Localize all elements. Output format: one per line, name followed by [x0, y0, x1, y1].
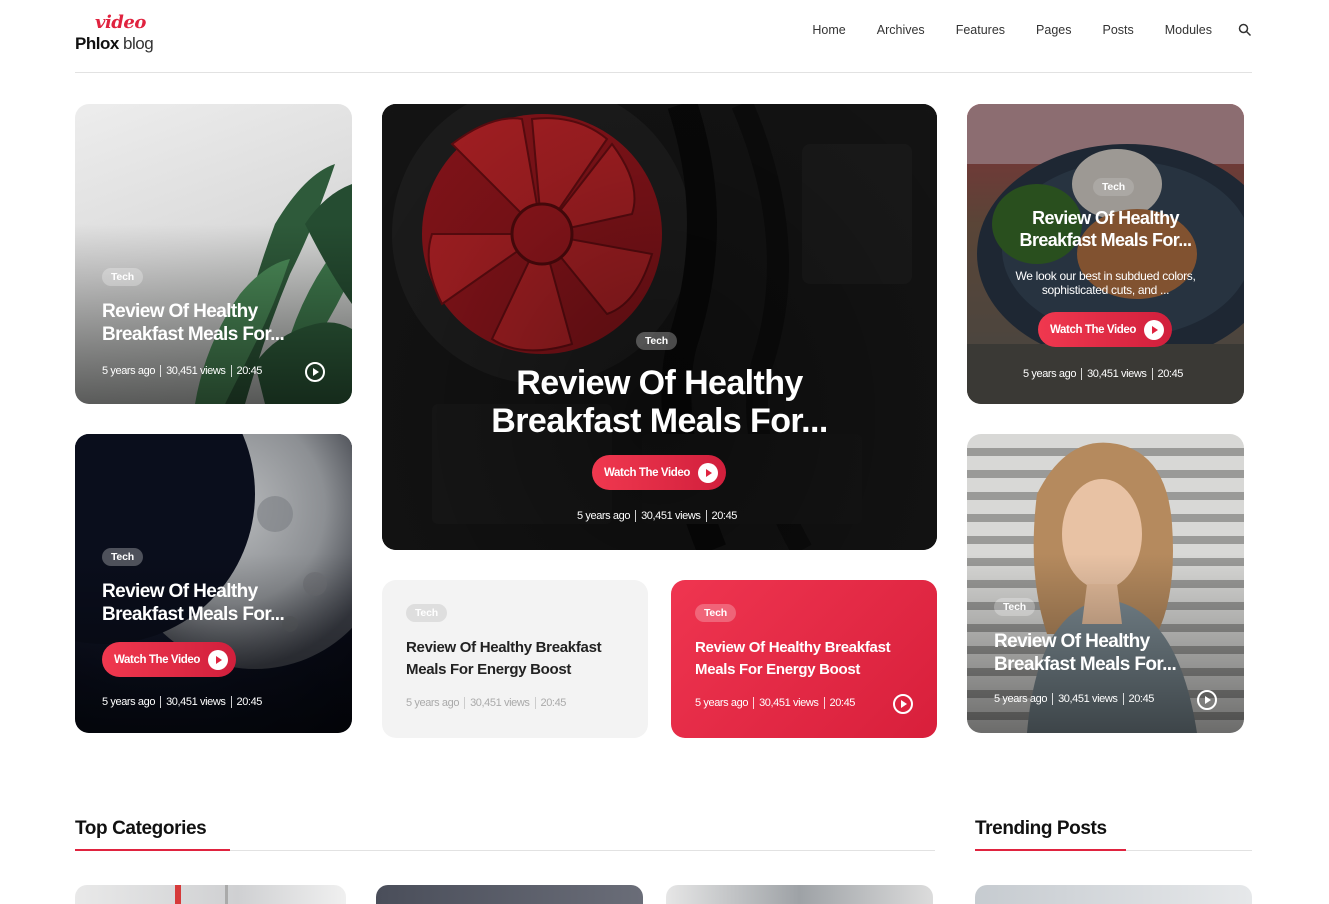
nav-item-pages[interactable]: Pages — [1036, 23, 1071, 37]
post-card-2[interactable]: Tech Review Of Healthy Breakfast Meals F… — [75, 434, 352, 733]
category-tag[interactable]: Tech — [406, 604, 447, 622]
post-meta: 5 years ago 30,451 views 20:45 — [994, 693, 1155, 705]
play-icon — [698, 462, 719, 483]
post-title[interactable]: Review Of Healthy Breakfast Meals For... — [382, 364, 937, 440]
category-tag[interactable]: Tech — [695, 604, 736, 622]
main-nav: Home Archives Features Pages Posts Modul… — [781, 23, 1252, 37]
nav-item-home[interactable]: Home — [812, 23, 845, 37]
nav-item-posts[interactable]: Posts — [1102, 23, 1133, 37]
post-meta: 5 years ago 30,451 views 20:45 — [1023, 368, 1184, 380]
post-meta: 5 years ago 30,451 views 20:45 — [102, 365, 263, 377]
trending-thumbnail[interactable] — [975, 885, 1252, 904]
post-meta: 5 years ago 30,451 views 20:45 — [406, 697, 567, 709]
section-title-trending-posts: Trending Posts — [975, 818, 1107, 839]
category-tag[interactable]: Tech — [102, 548, 143, 566]
post-title[interactable]: Review Of Healthy Breakfast Meals For... — [994, 631, 1177, 677]
post-title[interactable]: Review Of Healthy Breakfast Meals For En… — [695, 637, 891, 681]
category-tag[interactable]: Tech — [102, 268, 143, 286]
post-title[interactable]: Review Of Healthy Breakfast Meals For... — [102, 581, 285, 627]
post-card-6[interactable]: Tech Review Of Healthy Breakfast Meals F… — [967, 104, 1244, 404]
search-icon[interactable] — [1238, 23, 1252, 37]
post-title[interactable]: Review Of Healthy Breakfast Meals For... — [967, 208, 1244, 252]
category-thumbnail[interactable] — [75, 885, 346, 904]
post-meta: 5 years ago 30,451 views 20:45 — [695, 697, 856, 709]
category-tag[interactable]: Tech — [1093, 178, 1134, 196]
logo-brand-text: Phlox blog — [75, 34, 154, 54]
featured-post-card[interactable]: Tech Review Of Healthy Breakfast Meals F… — [382, 104, 937, 550]
play-icon — [1144, 319, 1165, 340]
site-logo[interactable]: video Phlox blog — [75, 12, 165, 58]
post-excerpt: We look our best in subdued colors, soph… — [1015, 269, 1196, 298]
play-icon[interactable] — [893, 694, 913, 714]
category-thumbnail[interactable] — [666, 885, 933, 904]
watch-video-button[interactable]: Watch The Video — [592, 455, 727, 490]
play-icon — [208, 649, 229, 670]
post-card-red[interactable]: Tech Review Of Healthy Breakfast Meals F… — [671, 580, 937, 738]
logo-brand-suffix: blog — [123, 34, 154, 53]
section-title-top-categories: Top Categories — [75, 818, 207, 839]
category-tag[interactable]: Tech — [636, 332, 677, 350]
section-accent-line — [975, 849, 1126, 851]
logo-brand-name: Phlox — [75, 34, 119, 53]
post-meta: 5 years ago 30,451 views 20:45 — [102, 696, 263, 708]
play-icon[interactable] — [1197, 690, 1217, 710]
nav-item-modules[interactable]: Modules — [1165, 23, 1212, 37]
site-header: video Phlox blog Home Archives Features … — [75, 0, 1252, 73]
nav-item-features[interactable]: Features — [956, 23, 1005, 37]
watch-video-button[interactable]: Watch The Video — [102, 642, 237, 677]
post-card-7[interactable]: Tech Review Of Healthy Breakfast Meals F… — [967, 434, 1244, 733]
post-meta: 5 years ago 30,451 views 20:45 — [577, 510, 738, 522]
category-thumbnail[interactable] — [376, 885, 643, 904]
post-title[interactable]: Review Of Healthy Breakfast Meals For En… — [406, 637, 602, 681]
logo-script-text: video — [95, 12, 146, 33]
post-card-1[interactable]: Tech Review Of Healthy Breakfast Meals F… — [75, 104, 352, 404]
play-icon[interactable] — [305, 362, 325, 382]
section-accent-line — [75, 849, 230, 851]
watch-video-button[interactable]: Watch The Video — [1038, 312, 1173, 347]
post-title[interactable]: Review Of Healthy Breakfast Meals For... — [102, 301, 285, 347]
post-card-light[interactable]: Tech Review Of Healthy Breakfast Meals F… — [382, 580, 648, 738]
nav-item-archives[interactable]: Archives — [877, 23, 925, 37]
category-tag[interactable]: Tech — [994, 598, 1035, 616]
